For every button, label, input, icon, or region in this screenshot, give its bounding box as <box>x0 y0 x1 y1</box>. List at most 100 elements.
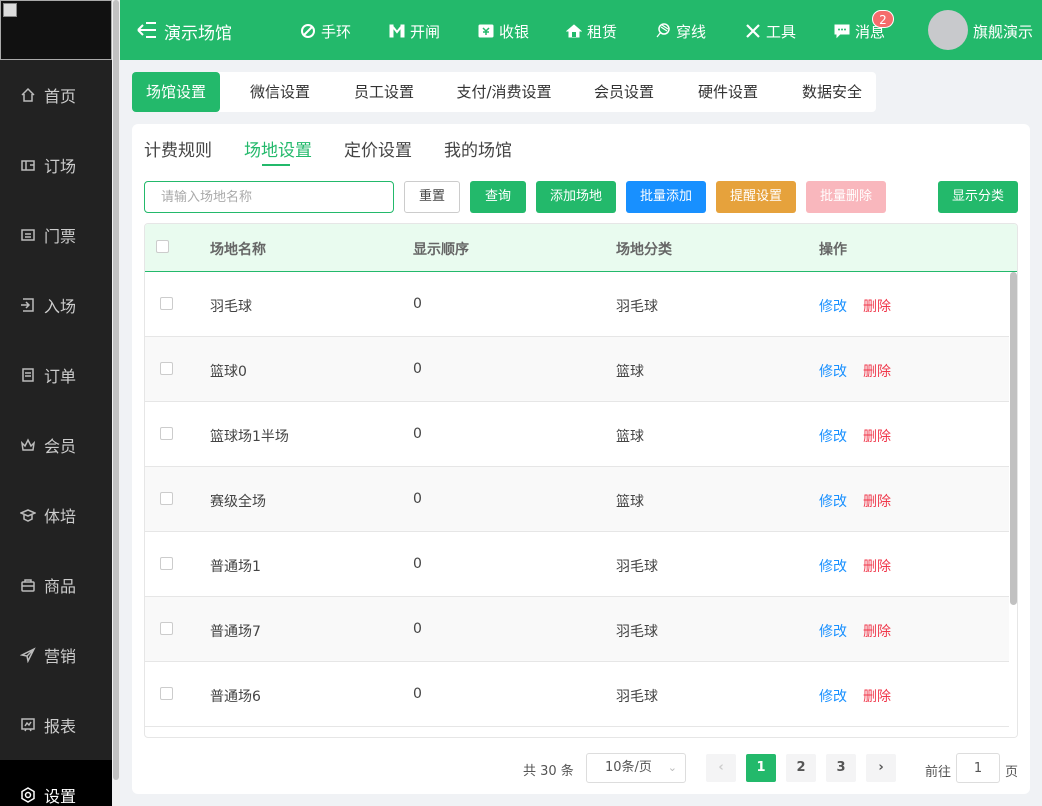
table-row: 普通场1 0 羽毛球 修改 删除 <box>145 532 1009 597</box>
wristband-button[interactable]: 手环 <box>300 20 351 42</box>
delete-link[interactable]: 删除 <box>863 621 891 641</box>
sidebar-item-home[interactable]: 首页 <box>0 60 112 130</box>
reset-button[interactable]: 重置 <box>404 181 460 213</box>
cashier-button[interactable]: 收银 <box>478 20 529 42</box>
avatar[interactable] <box>928 10 968 50</box>
row-checkbox[interactable] <box>160 492 173 505</box>
select-all-checkbox[interactable] <box>156 240 169 253</box>
delete-link[interactable]: 删除 <box>863 426 891 446</box>
court-category: 羽毛球 <box>616 559 658 575</box>
court-table: 场地名称 显示顺序 场地分类 操作 羽毛球 0 羽毛球 修改 删除 篮球0 0 … <box>144 223 1018 738</box>
subtab-billing-rules[interactable]: 计费规则 <box>144 136 212 161</box>
goto-page-input[interactable] <box>956 753 1000 783</box>
display-order: 0 <box>413 361 422 377</box>
table-scrollbar-thumb[interactable] <box>1010 272 1017 605</box>
tab-payment-settings[interactable]: 支付/消费设置 <box>444 72 564 112</box>
subtab-my-venue[interactable]: 我的场馆 <box>444 136 512 161</box>
goto-suffix: 页 <box>1005 765 1019 780</box>
sidebar-item-booking[interactable]: 订场 <box>0 130 112 200</box>
display-order: 0 <box>413 556 422 572</box>
sidebar-item-label: 订单 <box>44 367 77 386</box>
court-name: 赛级全场 <box>210 494 266 510</box>
row-checkbox[interactable] <box>160 557 173 570</box>
delete-link[interactable]: 删除 <box>863 556 891 576</box>
marketing-icon <box>20 647 36 663</box>
sidebar-item-label: 首页 <box>44 87 77 106</box>
training-icon <box>20 507 36 523</box>
court-name-search-input[interactable] <box>144 181 394 213</box>
add-court-button[interactable]: 添加场地 <box>536 181 616 213</box>
tools-icon <box>745 23 761 39</box>
sidebar-item-entry[interactable]: 入场 <box>0 270 112 340</box>
stringing-button[interactable]: 穿线 <box>655 20 706 42</box>
batch-delete-button[interactable]: 批量删除 <box>806 181 886 213</box>
prev-page-button[interactable]: ‹ <box>706 754 736 782</box>
table-row: 篮球场1半场 0 篮球 修改 删除 <box>145 402 1009 467</box>
edit-link[interactable]: 修改 <box>819 556 847 576</box>
tab-data-security[interactable]: 数据安全 <box>788 72 876 112</box>
row-checkbox[interactable] <box>160 622 173 635</box>
sidebar-item-marketing[interactable]: 营销 <box>0 620 112 690</box>
edit-link[interactable]: 修改 <box>819 361 847 381</box>
tab-wechat-settings[interactable]: 微信设置 <box>236 72 324 112</box>
delete-link[interactable]: 删除 <box>863 361 891 381</box>
query-button[interactable]: 查询 <box>470 181 526 213</box>
sidebar-item-training[interactable]: 体培 <box>0 480 112 550</box>
rental-button[interactable]: 租赁 <box>566 20 617 42</box>
show-category-button[interactable]: 显示分类 <box>938 181 1018 213</box>
goto-label: 前往 <box>925 765 952 780</box>
top-bar: 演示场馆 手环 开闸 收银 租赁 穿线 工具 消息 2 旗舰演示 <box>120 0 1042 60</box>
page-size-select[interactable]: 10条/页 ⌄ <box>586 753 686 783</box>
sidebar-item-goods[interactable]: 商品 <box>0 550 112 620</box>
tab-member-settings[interactable]: 会员设置 <box>580 72 668 112</box>
edit-link[interactable]: 修改 <box>819 426 847 446</box>
sidebar-scrollbar-thumb[interactable] <box>113 0 119 780</box>
cashier-label: 收银 <box>499 22 530 41</box>
row-checkbox[interactable] <box>160 297 173 310</box>
delete-link[interactable]: 删除 <box>863 491 891 511</box>
message-badge: 2 <box>872 10 894 28</box>
sidebar-item-order[interactable]: 订单 <box>0 340 112 410</box>
edit-link[interactable]: 修改 <box>819 296 847 316</box>
sidebar-item-label: 门票 <box>44 227 77 246</box>
column-header-order: 显示顺序 <box>413 242 469 258</box>
sidebar-item-ticket[interactable]: 门票 <box>0 200 112 270</box>
court-name: 羽毛球 <box>210 299 252 315</box>
booking-icon <box>20 157 36 173</box>
column-header-actions: 操作 <box>819 242 847 258</box>
sidebar-item-member[interactable]: 会员 <box>0 410 112 480</box>
page-button-2[interactable]: 2 <box>786 754 816 782</box>
edit-link[interactable]: 修改 <box>819 621 847 641</box>
sidebar-item-label: 会员 <box>44 437 77 456</box>
collapse-menu-icon[interactable] <box>136 20 158 40</box>
edit-link[interactable]: 修改 <box>819 491 847 511</box>
user-name[interactable]: 旗舰演示 <box>973 21 1033 42</box>
gate-button[interactable]: 开闸 <box>389 20 440 42</box>
tab-venue-settings[interactable]: 场馆设置 <box>132 72 220 112</box>
row-checkbox[interactable] <box>160 427 173 440</box>
sidebar-item-report[interactable]: 报表 <box>0 690 112 760</box>
court-name: 普通场6 <box>210 689 261 705</box>
table-row: 羽毛球 0 羽毛球 修改 删除 <box>145 272 1009 337</box>
sidebar-item-settings[interactable]: 设置 <box>0 760 112 806</box>
page-button-3[interactable]: 3 <box>826 754 856 782</box>
sidebar: 首页 订场 门票 入场 订单 会员 体培 商品 营销 报表 设置 <box>0 0 112 806</box>
subtab-pricing-settings[interactable]: 定价设置 <box>344 136 412 161</box>
row-checkbox[interactable] <box>160 687 173 700</box>
edit-link[interactable]: 修改 <box>819 686 847 706</box>
tab-hardware-settings[interactable]: 硬件设置 <box>684 72 772 112</box>
display-order: 0 <box>413 296 422 312</box>
next-page-button[interactable]: › <box>866 754 896 782</box>
reminder-settings-button[interactable]: 提醒设置 <box>716 181 796 213</box>
message-icon <box>834 23 850 39</box>
racket-icon <box>655 23 671 39</box>
tools-button[interactable]: 工具 <box>745 20 796 42</box>
sidebar-item-label: 设置 <box>44 787 77 806</box>
subtab-court-settings[interactable]: 场地设置 <box>244 136 312 161</box>
tab-staff-settings[interactable]: 员工设置 <box>340 72 428 112</box>
batch-add-button[interactable]: 批量添加 <box>626 181 706 213</box>
delete-link[interactable]: 删除 <box>863 686 891 706</box>
page-button-1[interactable]: 1 <box>746 754 776 782</box>
delete-link[interactable]: 删除 <box>863 296 891 316</box>
row-checkbox[interactable] <box>160 362 173 375</box>
